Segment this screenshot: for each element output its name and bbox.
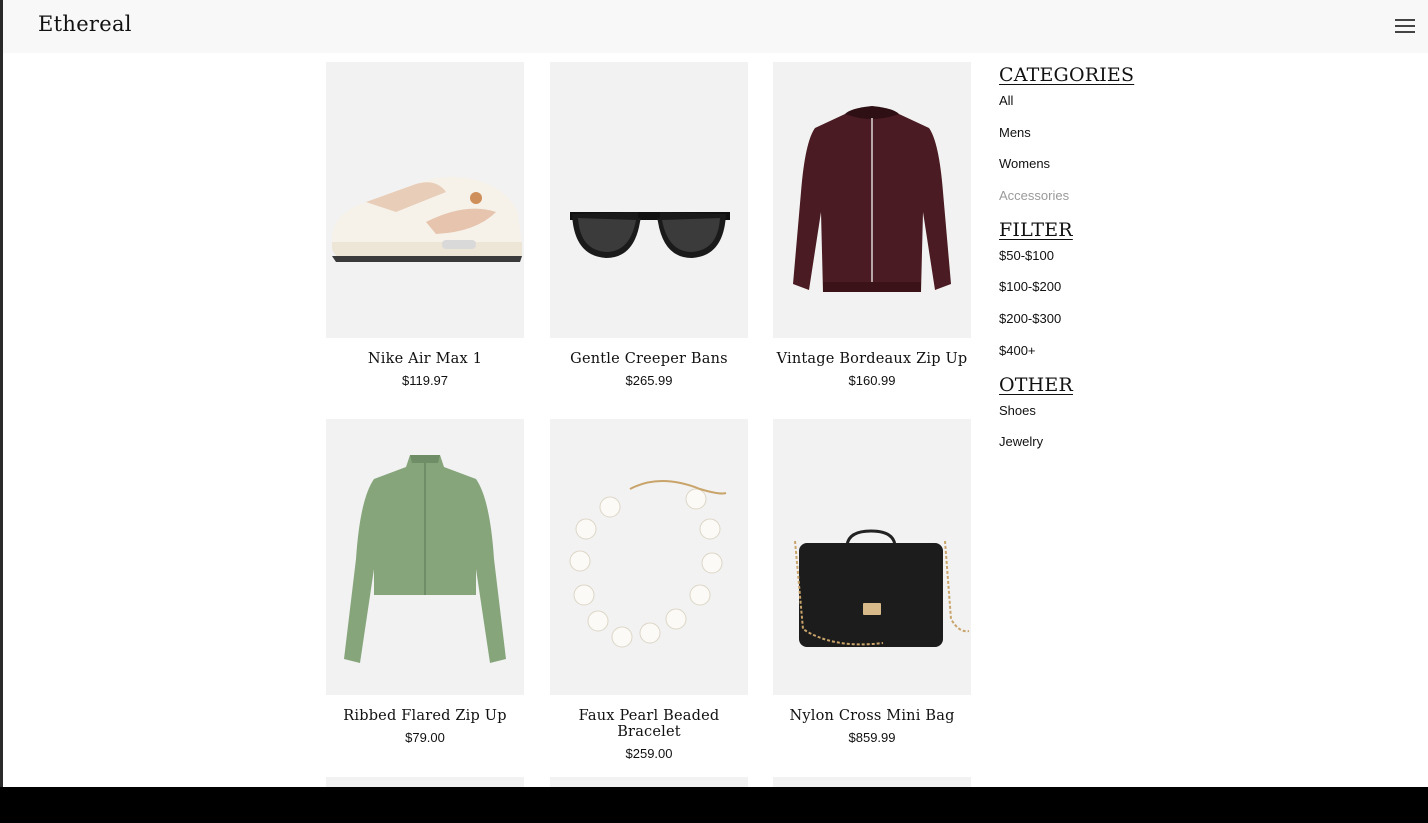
- product-image-bomber-jacket[interactable]: [773, 62, 971, 338]
- hamburger-menu-icon[interactable]: [1395, 18, 1415, 34]
- product-name[interactable]: Ribbed Flared Zip Up: [326, 708, 524, 724]
- category-accessories[interactable]: Accessories: [999, 187, 1199, 219]
- filter-200-300[interactable]: $200-$300: [999, 310, 1199, 342]
- other-jewelry[interactable]: Jewelry: [999, 433, 1199, 465]
- navbar: Ethereal: [3, 0, 1428, 53]
- filter-100-200[interactable]: $100-$200: [999, 278, 1199, 310]
- other-heading: OTHER: [999, 373, 1073, 396]
- window-edge: [0, 0, 3, 787]
- taskbar: [0, 787, 1428, 823]
- filter-50-100[interactable]: $50-$100: [999, 247, 1199, 279]
- product-image-pearl-bracelet[interactable]: [550, 419, 748, 695]
- product-price: $265.99: [625, 373, 673, 388]
- other-shoes[interactable]: Shoes: [999, 402, 1199, 434]
- filter-400-plus[interactable]: $400+: [999, 342, 1199, 374]
- product-price: $859.99: [848, 730, 896, 745]
- product-card[interactable]: Nylon Cross Mini Bag $859.99: [773, 419, 971, 745]
- product-name[interactable]: Nike Air Max 1: [326, 351, 524, 367]
- category-all[interactable]: All: [999, 92, 1199, 124]
- product-name[interactable]: Nylon Cross Mini Bag: [773, 708, 971, 724]
- product-image-green-zip-top[interactable]: [326, 419, 524, 695]
- product-image-sunglasses[interactable]: [550, 62, 748, 338]
- product-price: $259.00: [625, 746, 673, 761]
- product-name[interactable]: Vintage Bordeaux Zip Up: [773, 351, 971, 367]
- categories-heading: CATEGORIES: [999, 64, 1135, 86]
- product-price: $119.97: [401, 373, 449, 388]
- product-price: $160.99: [848, 373, 896, 388]
- product-name[interactable]: Gentle Creeper Bans: [550, 351, 748, 367]
- product-image-black-bag[interactable]: [773, 419, 971, 695]
- product-image-sneaker[interactable]: [326, 62, 524, 338]
- category-mens[interactable]: Mens: [999, 124, 1199, 156]
- product-name[interactable]: Faux Pearl Beaded Bracelet: [550, 708, 748, 740]
- product-card[interactable]: Vintage Bordeaux Zip Up $160.99: [773, 62, 971, 388]
- product-card[interactable]: Faux Pearl Beaded Bracelet $259.00: [550, 419, 748, 761]
- product-price: $79.00: [405, 730, 445, 745]
- sidebar: CATEGORIES All Mens Womens Accessories F…: [999, 64, 1199, 465]
- category-womens[interactable]: Womens: [999, 155, 1199, 187]
- product-card[interactable]: Nike Air Max 1 $119.97: [326, 62, 524, 388]
- product-card[interactable]: Gentle Creeper Bans $265.99: [550, 62, 748, 388]
- brand-logo[interactable]: Ethereal: [38, 12, 132, 36]
- product-card[interactable]: Ribbed Flared Zip Up $79.00: [326, 419, 524, 745]
- filter-heading: FILTER: [999, 218, 1073, 241]
